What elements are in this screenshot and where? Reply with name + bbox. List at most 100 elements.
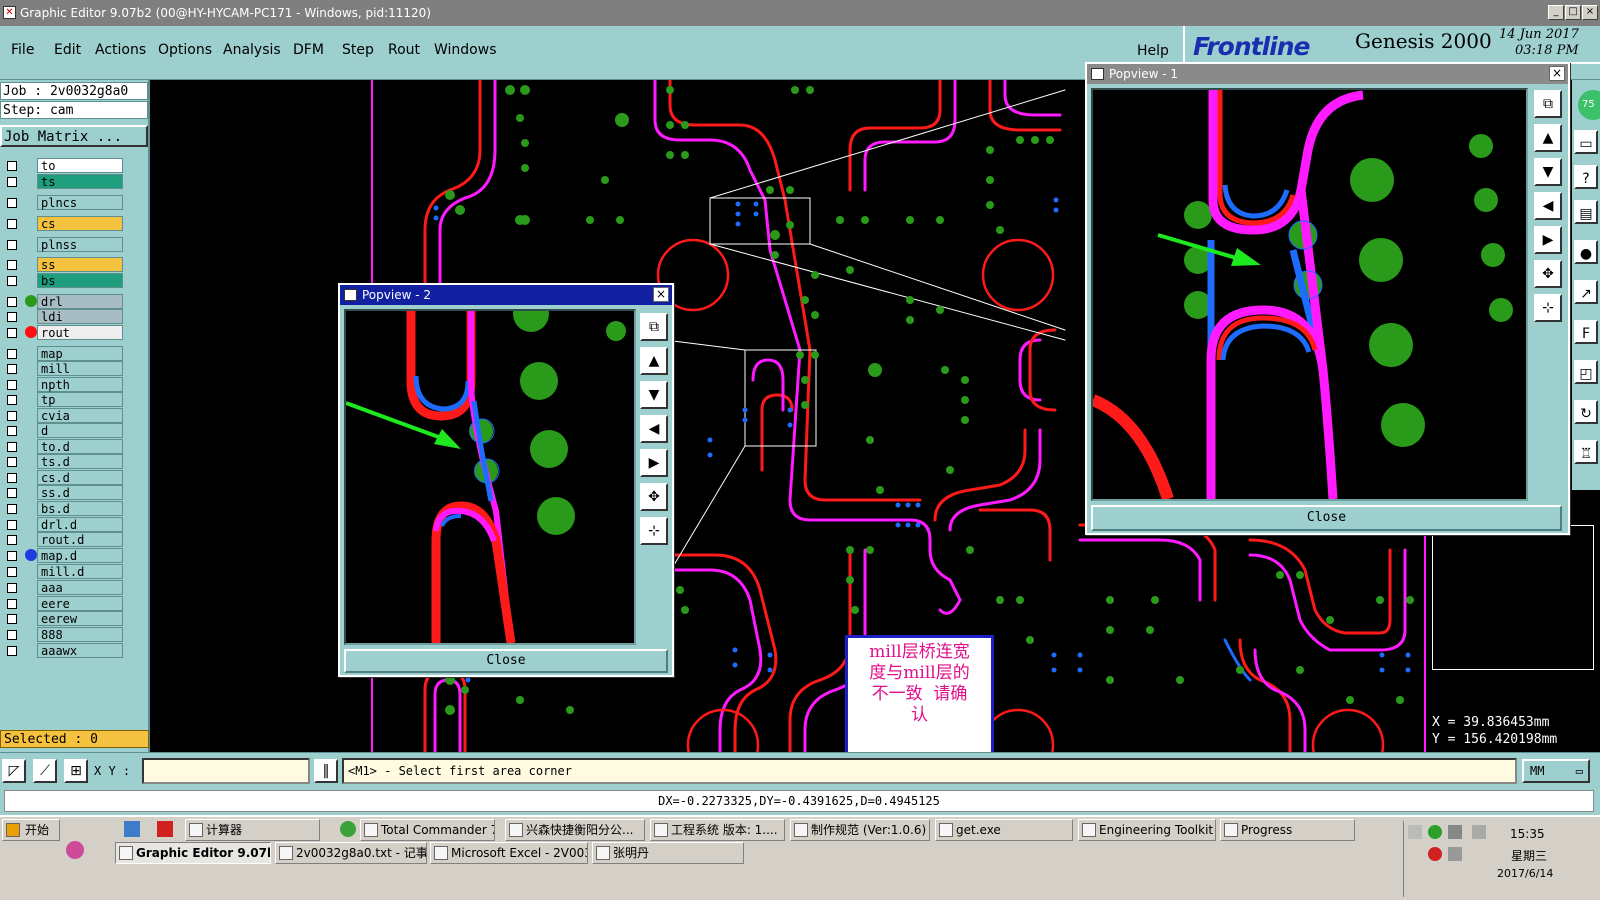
pause-icon[interactable]: ‖ xyxy=(314,759,338,783)
layer-checkbox[interactable] xyxy=(7,488,17,498)
layer-row[interactable]: ldi xyxy=(4,309,123,324)
tray-icon[interactable] xyxy=(1428,825,1442,839)
pan-up-icon[interactable]: ▲ xyxy=(1534,124,1562,152)
layer-row[interactable]: npth xyxy=(4,377,123,392)
layer-row[interactable]: drl.d xyxy=(4,517,123,532)
menu-options[interactable]: Options xyxy=(158,42,212,58)
layer-checkbox[interactable] xyxy=(7,260,17,270)
layer-checkbox[interactable] xyxy=(7,198,17,208)
layer-checkbox[interactable] xyxy=(7,240,17,250)
layer-checkbox[interactable] xyxy=(7,630,17,640)
volume-icon[interactable] xyxy=(1448,847,1462,861)
layer-checkbox[interactable] xyxy=(7,395,17,405)
layer-checkbox[interactable] xyxy=(7,599,17,609)
layer-row[interactable]: bs.d xyxy=(4,501,123,516)
flag-icon[interactable]: F xyxy=(1574,320,1598,344)
layer-checkbox[interactable] xyxy=(7,219,17,229)
layer-checkbox[interactable] xyxy=(7,426,17,436)
layer-row[interactable]: plnss xyxy=(4,237,123,252)
layer-checkbox[interactable] xyxy=(7,520,17,530)
pan-down-icon[interactable]: ▼ xyxy=(640,381,668,409)
minimize-button[interactable]: _ xyxy=(1548,5,1564,20)
grid-snap-icon[interactable]: ⊞ xyxy=(64,759,88,783)
layer-row[interactable]: tp xyxy=(4,392,123,407)
popview-1-close-button[interactable]: Close xyxy=(1091,505,1562,531)
layer-checkbox[interactable] xyxy=(7,312,17,322)
clock-time[interactable]: 15:35 xyxy=(1510,827,1545,841)
layer-checkbox[interactable] xyxy=(7,646,17,656)
layer-checkbox[interactable] xyxy=(7,473,17,483)
taskbar-button[interactable]: 制作规范 (Ver:1.0.6) xyxy=(790,819,930,841)
tray-icon[interactable] xyxy=(1448,825,1462,839)
layer-row[interactable]: eerew xyxy=(4,611,123,626)
xy-input[interactable] xyxy=(142,758,310,784)
layer-row[interactable]: ss xyxy=(4,257,123,272)
layer-row[interactable]: to xyxy=(4,158,123,173)
measure-mode-icon[interactable]: ⟋ xyxy=(33,759,57,783)
layers-icon[interactable]: ▤ xyxy=(1574,200,1598,224)
layer-row[interactable]: rout xyxy=(4,325,123,340)
taskbar-button[interactable]: 兴森快捷衡阳分公... xyxy=(505,819,645,841)
layer-row[interactable]: map.d xyxy=(4,548,123,563)
layer-checkbox[interactable] xyxy=(7,364,17,374)
layer-checkbox[interactable] xyxy=(7,349,17,359)
job-matrix-button[interactable]: Job Matrix ... xyxy=(0,125,148,147)
popview-1-window[interactable]: Popview - 1 × ⧉ ▲ ▼ ◀ ▶ ✥ ⊹ Close xyxy=(1085,62,1570,535)
quicklaunch-icon[interactable] xyxy=(124,821,140,837)
layer-row[interactable]: mill.d xyxy=(4,564,123,579)
taskbar-button[interactable]: Total Commander 7.0... xyxy=(360,819,495,841)
layer-row[interactable]: to.d xyxy=(4,439,123,454)
layer-row[interactable]: d xyxy=(4,423,123,438)
overview-minimap[interactable] xyxy=(1432,525,1594,670)
network-icon[interactable] xyxy=(1472,825,1486,839)
menu-rout[interactable]: Rout xyxy=(388,42,420,58)
layer-row[interactable]: aaawx xyxy=(4,643,123,658)
popview-2-titlebar[interactable]: Popview - 2 × xyxy=(340,285,672,305)
layer-checkbox[interactable] xyxy=(7,411,17,421)
toolbar-icon-1[interactable]: ▭ xyxy=(1574,130,1598,154)
layer-row[interactable]: ts xyxy=(4,174,123,189)
popview-1-titlebar[interactable]: Popview - 1 × xyxy=(1087,64,1568,84)
layer-checkbox[interactable] xyxy=(7,535,17,545)
ie-icon[interactable] xyxy=(340,821,356,837)
layer-row[interactable]: ts.d xyxy=(4,454,123,469)
taskbar-button[interactable]: 2v0032g8a0.txt - 记事本 xyxy=(275,842,427,864)
layer-row[interactable]: aaa xyxy=(4,580,123,595)
layer-row[interactable]: 888 xyxy=(4,627,123,642)
layer-row[interactable]: mill xyxy=(4,361,123,376)
route-icon[interactable]: ↻ xyxy=(1574,400,1598,424)
zoom-fit-icon[interactable]: ⧉ xyxy=(640,313,668,341)
layer-row[interactable]: ss.d xyxy=(4,485,123,500)
layer-checkbox[interactable] xyxy=(7,567,17,577)
layer-row[interactable]: bs xyxy=(4,273,123,288)
layer-row[interactable]: cs.d xyxy=(4,470,123,485)
pan-left-icon[interactable]: ◀ xyxy=(640,415,668,443)
popview-2-viewport[interactable] xyxy=(344,309,636,645)
pan-right-icon[interactable]: ▶ xyxy=(640,449,668,477)
layer-checkbox[interactable] xyxy=(7,380,17,390)
layer-checkbox[interactable] xyxy=(7,276,17,286)
layer-row[interactable]: eere xyxy=(4,596,123,611)
menu-analysis[interactable]: Analysis xyxy=(223,42,281,58)
taskbar-button[interactable]: 工程系统 版本: 1.... xyxy=(650,819,785,841)
pdf-icon[interactable] xyxy=(157,821,173,837)
unit-select[interactable]: MM ▭ xyxy=(1522,759,1590,783)
menu-edit[interactable]: Edit xyxy=(54,42,81,58)
taskbar-button[interactable]: Graphic Editor 9.07b2 ... xyxy=(115,842,271,864)
menu-step[interactable]: Step xyxy=(342,42,374,58)
quicklaunch-icon[interactable] xyxy=(66,841,84,859)
layer-checkbox[interactable] xyxy=(7,457,17,467)
popview-2-window[interactable]: Popview - 2 × ⧉ ▲ ▼ ◀ ▶ ✥ ⊹ Close xyxy=(338,283,674,677)
pan-down-icon[interactable]: ▼ xyxy=(1534,158,1562,186)
record-icon[interactable]: ● xyxy=(1574,240,1598,264)
layer-checkbox[interactable] xyxy=(7,297,17,307)
layer-checkbox[interactable] xyxy=(7,583,17,593)
taskbar-button[interactable]: 计算器 xyxy=(185,819,320,841)
menu-help[interactable]: Help xyxy=(1137,43,1169,59)
start-button[interactable]: 开始 xyxy=(2,819,60,841)
tray-icon[interactable] xyxy=(1408,825,1422,839)
zoom-fit-icon[interactable]: ⧉ xyxy=(1534,90,1562,118)
layer-row[interactable]: drl xyxy=(4,294,123,309)
zoom-out-icon[interactable]: ⊹ xyxy=(1534,294,1562,322)
select-mode-icon[interactable]: ◸ xyxy=(2,759,26,783)
